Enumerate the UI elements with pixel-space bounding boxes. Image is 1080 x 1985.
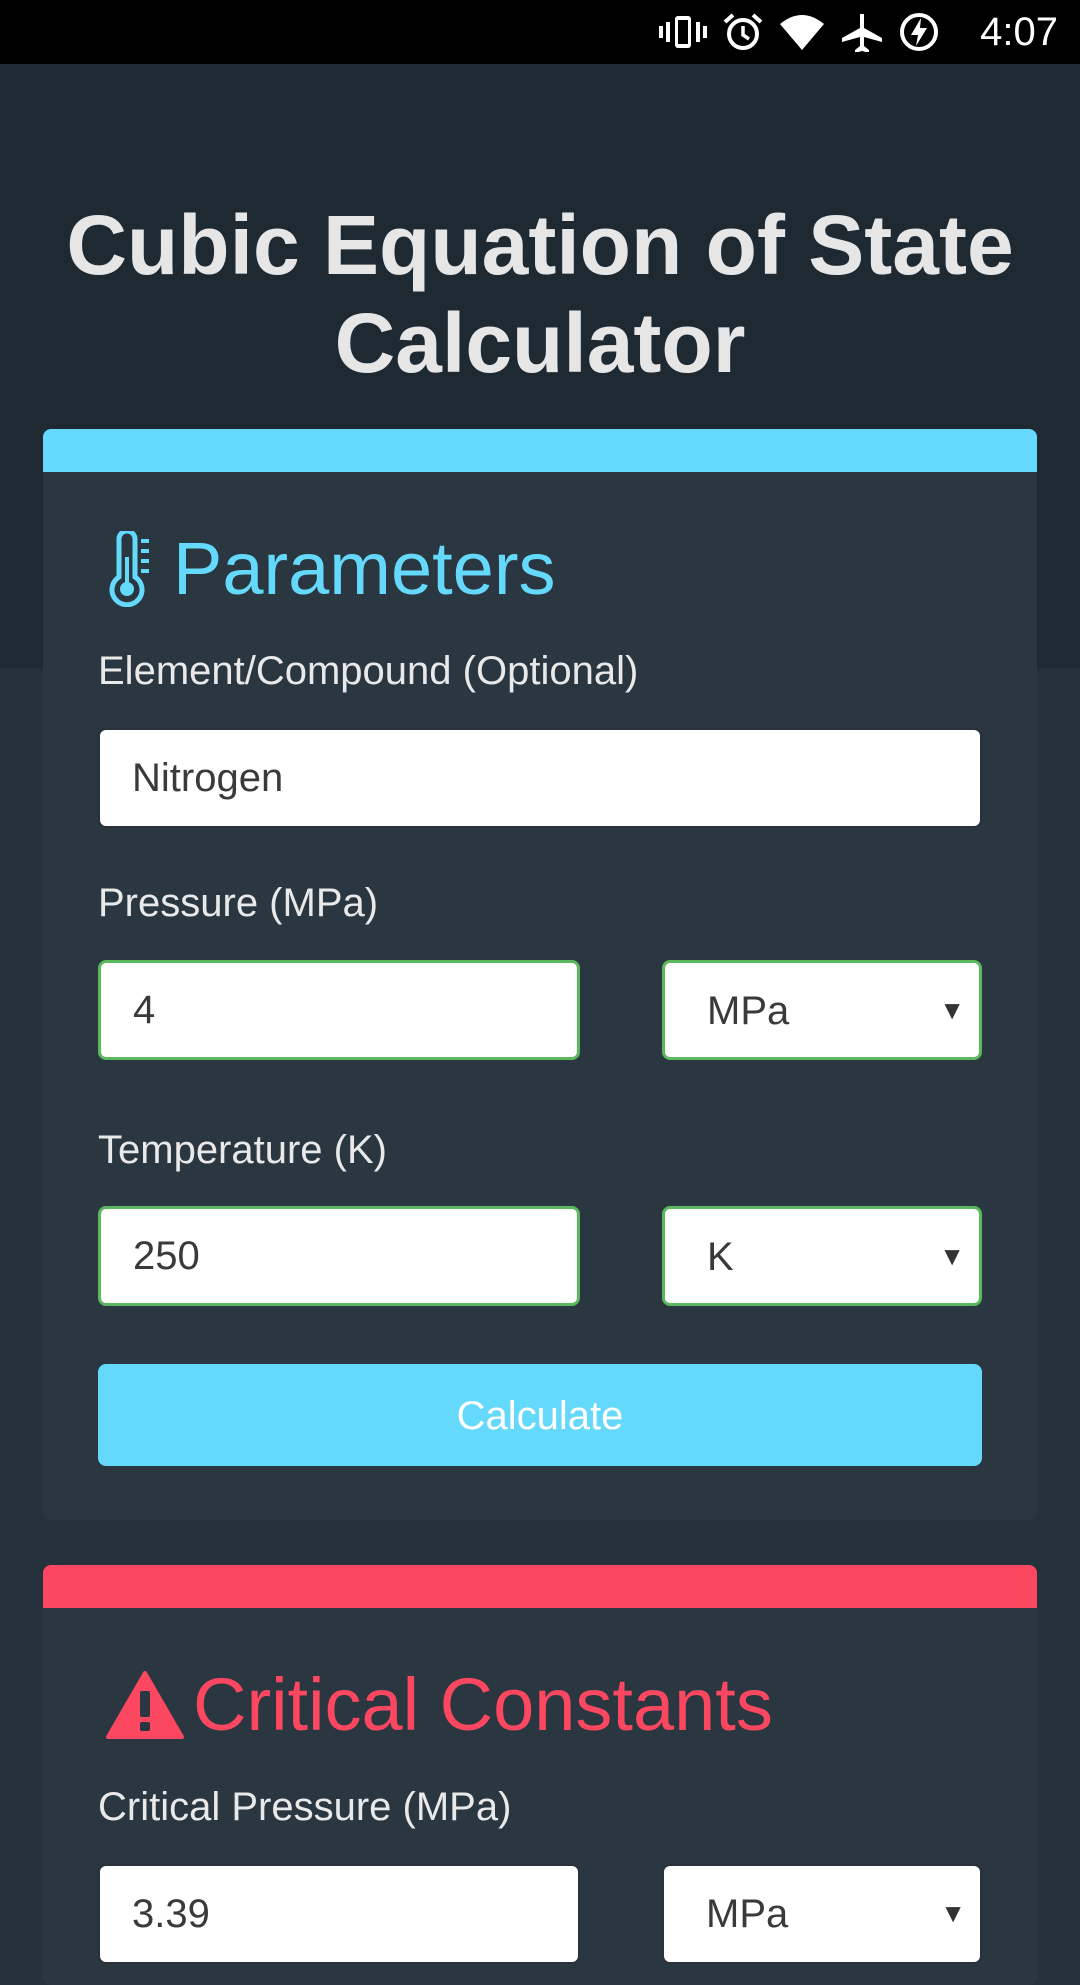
critical-pressure-unit-value: MPa [706,1892,789,1936]
warning-icon [105,1669,185,1741]
compound-input[interactable] [98,728,982,828]
critical-pressure-label: Critical Pressure (MPa) [98,1785,512,1829]
thermometer-icon [105,531,155,607]
temperature-unit-select[interactable]: K ▼ [662,1206,982,1306]
calculate-button[interactable]: Calculate [98,1364,982,1466]
parameters-card: Parameters Element/Compound (Optional) P… [43,429,1037,1520]
airplane-mode-icon [840,12,884,52]
dropdown-arrow-icon: ▼ [940,1898,966,1928]
pressure-unit-select[interactable]: MPa ▼ [662,960,982,1060]
parameters-heading: Parameters [105,524,555,614]
alarm-icon [722,12,764,52]
temperature-label: Temperature (K) [98,1128,387,1172]
wifi-icon [778,12,826,52]
dropdown-arrow-icon: ▼ [939,1241,965,1271]
critical-pressure-unit-select[interactable]: MPa ▼ [662,1864,982,1964]
parameters-card-accent-bar [43,429,1037,472]
status-icons [658,12,940,52]
temperature-input[interactable] [98,1206,580,1306]
critical-card-accent-bar [43,1565,1037,1608]
temperature-unit-value: K [707,1235,734,1279]
pressure-input[interactable] [98,960,580,1060]
critical-constants-heading-text: Critical Constants [193,1663,773,1746]
parameters-heading-text: Parameters [173,527,556,610]
vibrate-icon [658,12,708,52]
pressure-unit-value: MPa [707,989,790,1033]
critical-constants-heading: Critical Constants [105,1660,773,1750]
status-bar: 4:07 [0,0,1080,64]
battery-charging-icon [898,11,940,53]
critical-pressure-input[interactable] [98,1864,580,1964]
page-title: Cubic Equation of State Calculator [66,198,1014,390]
pressure-label: Pressure (MPa) [98,881,379,925]
critical-constants-card: Critical Constants Critical Pressure (MP… [43,1565,1037,1985]
compound-label: Element/Compound (Optional) [98,649,639,693]
status-time: 4:07 [980,10,1058,54]
dropdown-arrow-icon: ▼ [939,995,965,1025]
